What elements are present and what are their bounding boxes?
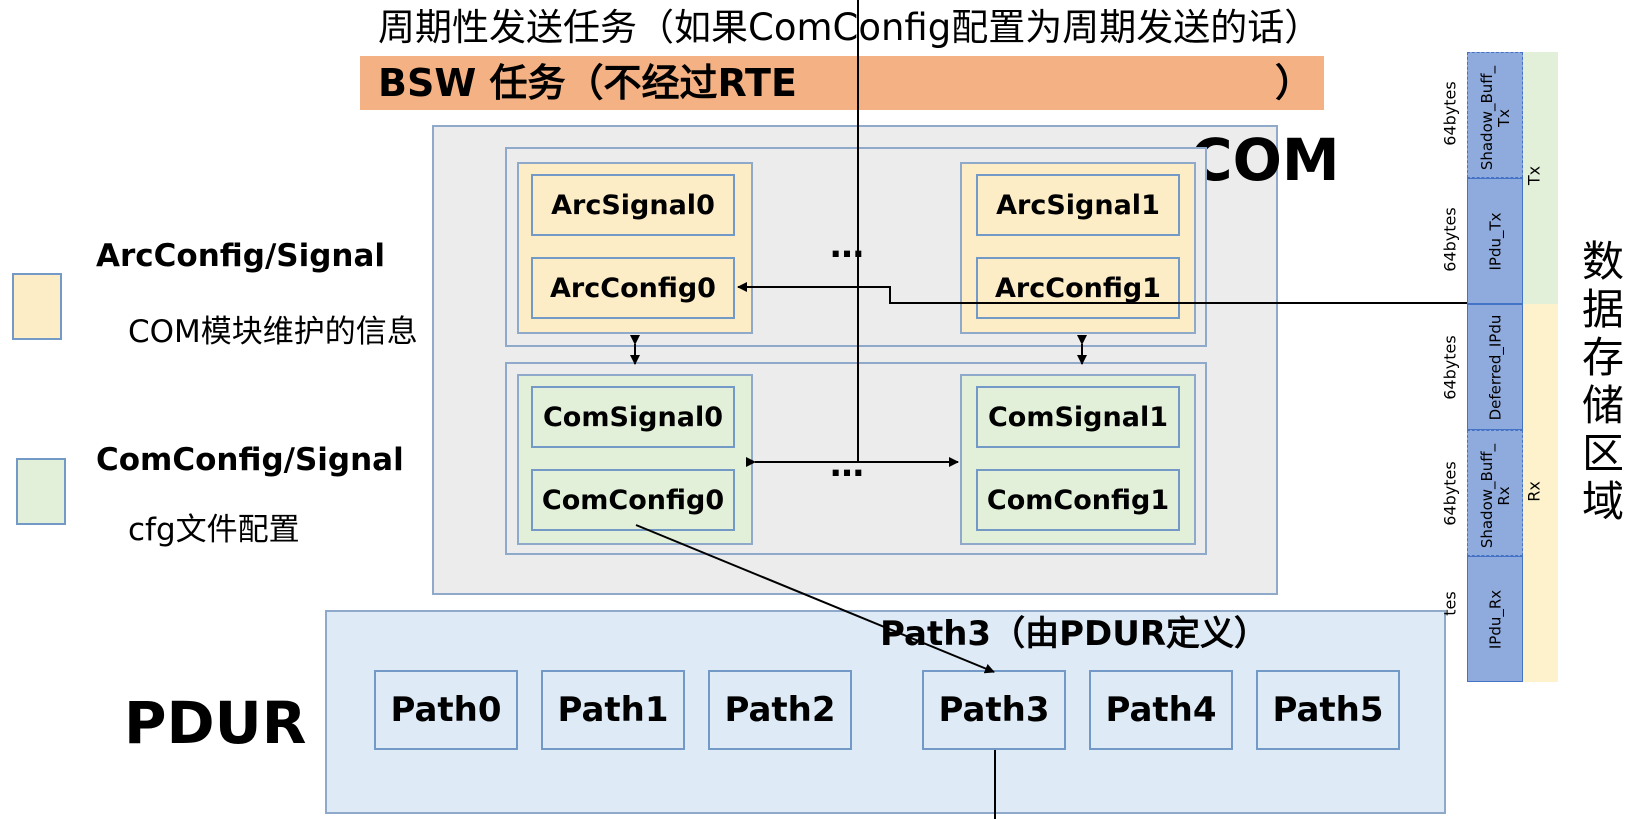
- storage-to-arcconfig0-arrow: [737, 282, 1467, 304]
- connector-lines: [630, 0, 1467, 819]
- comconfig0-to-path3-arrow: [635, 524, 995, 674]
